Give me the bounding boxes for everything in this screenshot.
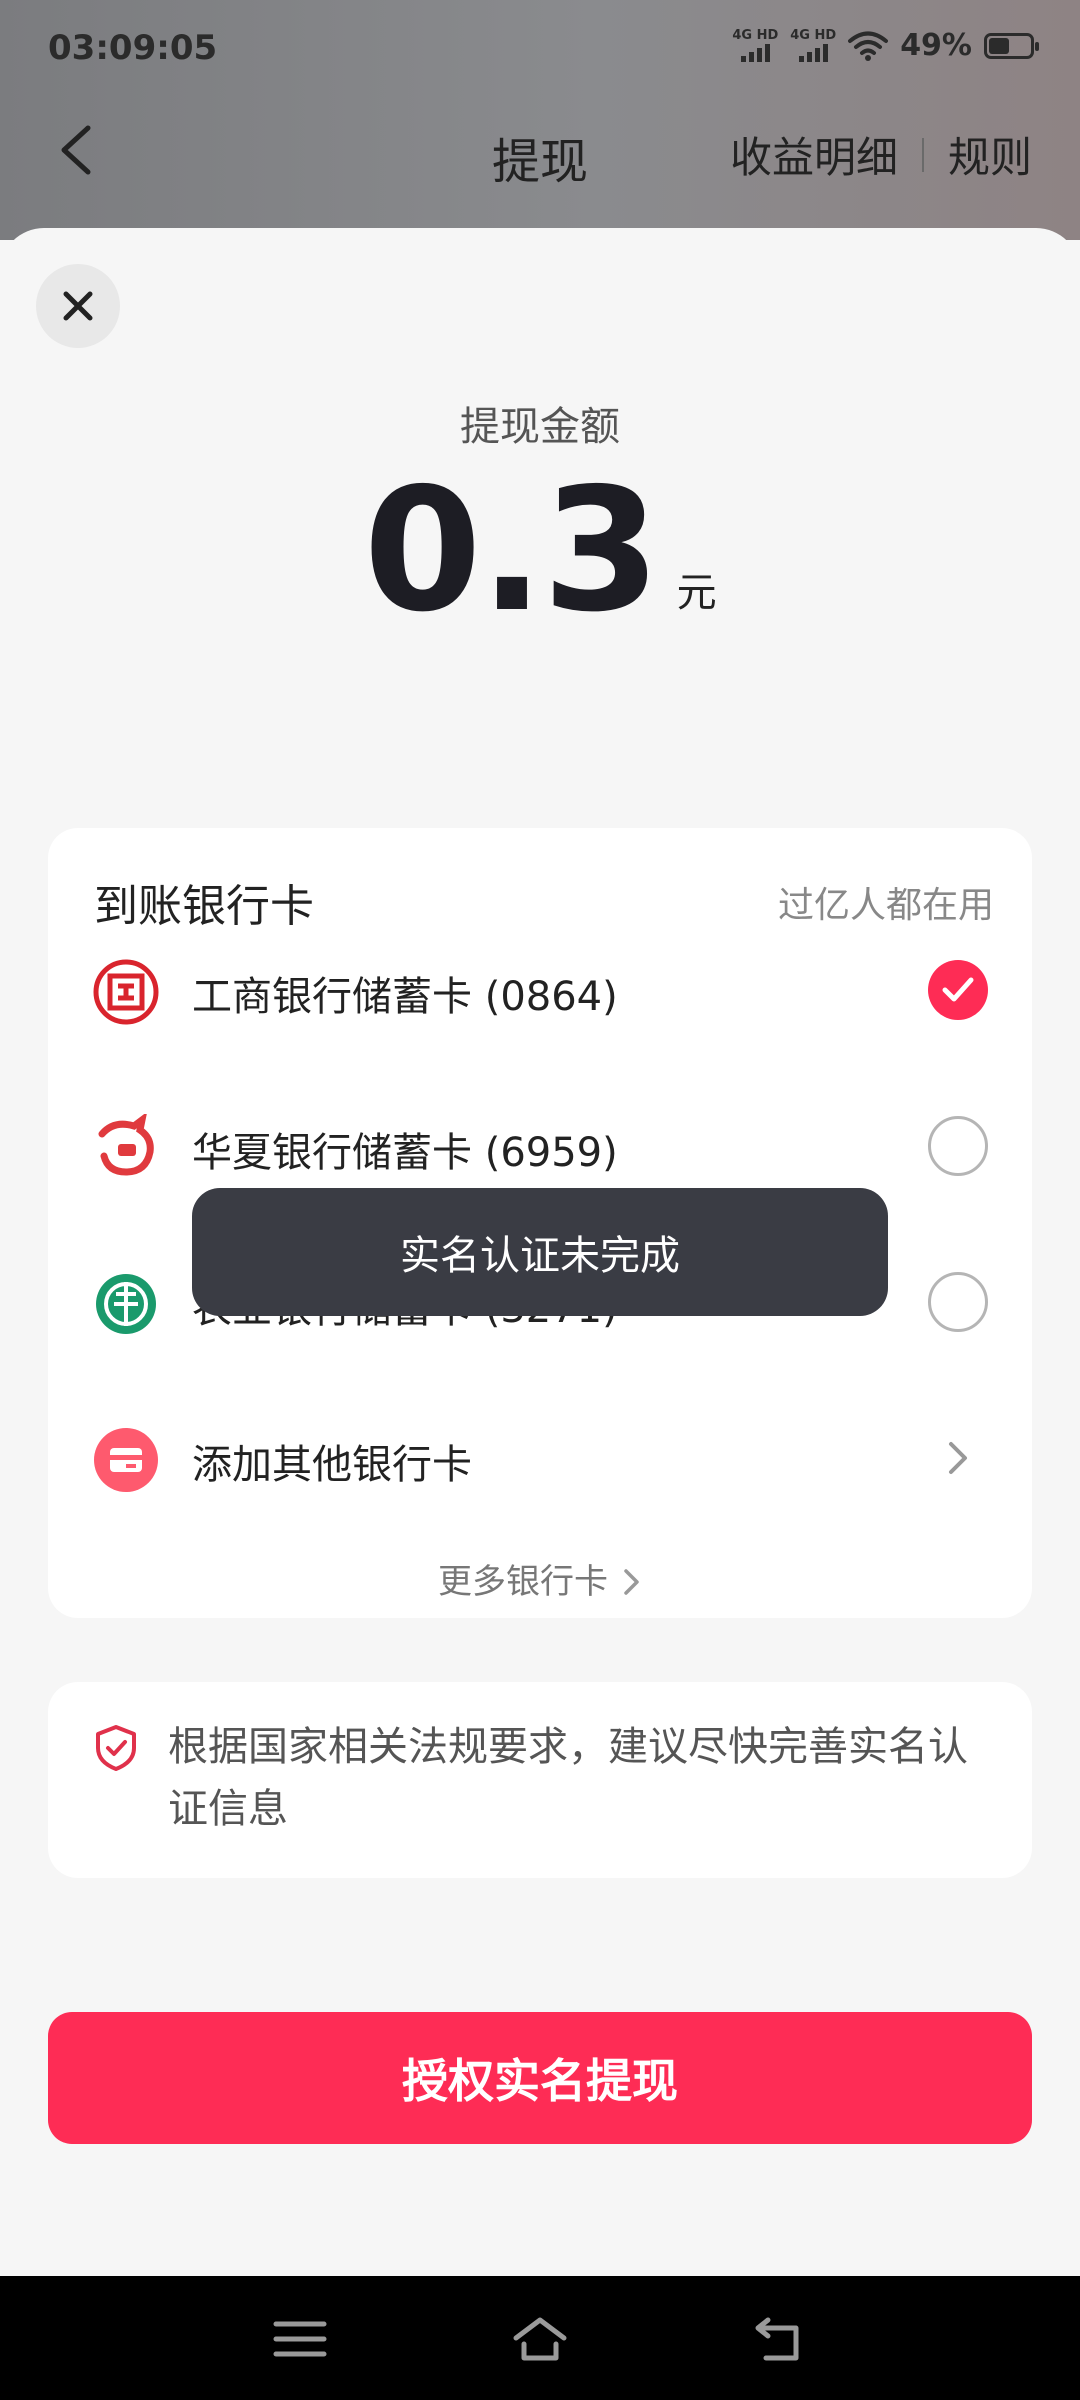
radio-unselected[interactable] (928, 1272, 988, 1332)
icbc-logo-icon (93, 959, 159, 1025)
background-app: 03:09:05 4G HD 4G HD 49% 提现 收益明细 规则 (0, 0, 1080, 240)
add-other-label: 添加其他银行卡 (192, 1442, 472, 1488)
header: 提现 收益明细 规则 (0, 100, 1080, 220)
radio-selected[interactable] (928, 960, 988, 1020)
status-time: 03:09:05 (48, 28, 218, 68)
close-button[interactable] (36, 264, 120, 348)
wifi-icon (848, 31, 889, 61)
signal-label: 4G HD (790, 28, 837, 43)
amount-label: 提现金额 (460, 404, 620, 450)
card-icon (94, 1428, 158, 1492)
notice-text: 根据国家相关法规要求，建议尽快完善实名认证信息 (168, 1724, 968, 1832)
more-banks-link[interactable]: 更多银行卡 (48, 1554, 1032, 1603)
bank-option-icbc[interactable]: 工商银行储蓄卡 (0864) (48, 936, 1032, 1046)
shield-check-icon (96, 1725, 136, 1771)
status-icons: 4G HD 4G HD 49% (732, 28, 1039, 63)
menu-icon[interactable] (272, 2314, 328, 2364)
abc-logo-icon (96, 1274, 156, 1334)
bank-name: 华夏银行储蓄卡 (6959) (192, 1130, 618, 1176)
close-icon (63, 291, 93, 321)
more-banks-label: 更多银行卡 (438, 1562, 608, 1602)
huaxia-logo-icon (98, 1114, 154, 1176)
rules-link[interactable]: 规则 (948, 124, 1032, 185)
amount-value: 0.3 (363, 452, 660, 650)
signal-label: 4G HD (732, 28, 779, 43)
authorize-withdraw-button[interactable]: 授权实名提现 (48, 2012, 1032, 2144)
header-links: 收益明细 规则 (730, 124, 1032, 185)
header-divider (921, 137, 924, 172)
bank-section-title: 到账银行卡 (94, 881, 314, 932)
battery-text: 49% (900, 28, 972, 63)
battery-icon (984, 32, 1039, 59)
toast-message: 实名认证未完成 (192, 1188, 888, 1316)
status-bar: 03:09:05 4G HD 4G HD 49% (0, 0, 1080, 100)
radio-unselected[interactable] (928, 1116, 988, 1176)
signal-icon: 4G HD (732, 29, 778, 62)
add-other-bank-card[interactable]: 添加其他银行卡 (48, 1404, 1032, 1514)
chevron-right-icon (622, 1562, 642, 1602)
back-icon[interactable] (752, 2314, 808, 2364)
bank-name: 工商银行储蓄卡 (0864) (192, 974, 618, 1020)
system-nav-bar (0, 2276, 1080, 2400)
amount-unit: 元 (676, 570, 717, 616)
chevron-right-icon (949, 1442, 967, 1474)
checkmark-icon (942, 977, 974, 1002)
signal-icon: 4G HD (790, 29, 836, 62)
home-icon[interactable] (512, 2314, 568, 2364)
amount-display: 0.3 元 (0, 466, 1080, 636)
bank-section-tip: 过亿人都在用 (777, 885, 994, 926)
notice-card: 根据国家相关法规要求，建议尽快完善实名认证信息 (48, 1682, 1032, 1878)
bank-option-huaxia[interactable]: 华夏银行储蓄卡 (6959) (48, 1092, 1032, 1202)
earnings-detail-link[interactable]: 收益明细 (730, 124, 898, 185)
